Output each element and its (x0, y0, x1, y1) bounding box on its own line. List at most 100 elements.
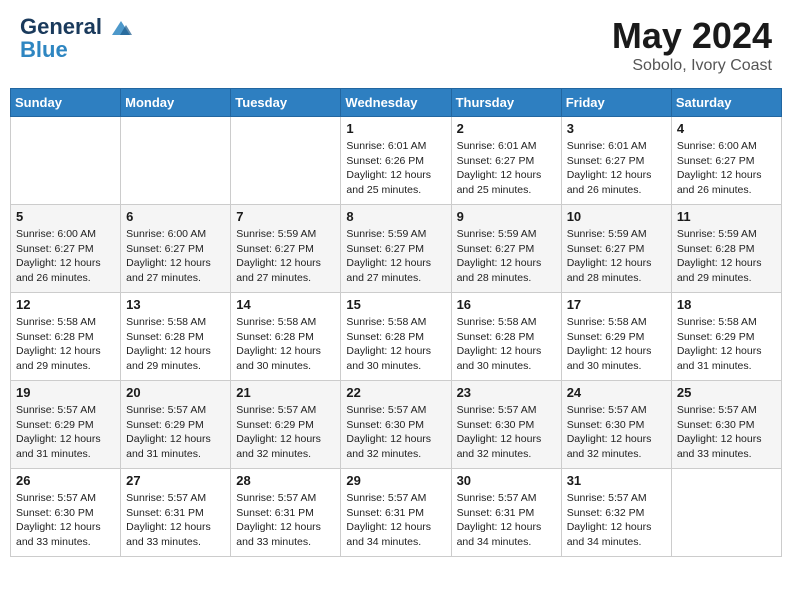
day-info: Sunrise: 5:57 AMSunset: 6:30 PMDaylight:… (457, 403, 556, 462)
day-cell (121, 117, 231, 205)
day-cell: 3 Sunrise: 6:01 AMSunset: 6:27 PMDaylight… (561, 117, 671, 205)
day-cell: 10 Sunrise: 5:59 AMSunset: 6:27 PMDayligh… (561, 205, 671, 293)
day-number: 2 (457, 121, 556, 136)
weekday-sunday: Sunday (11, 89, 121, 117)
day-info: Sunrise: 5:58 AMSunset: 6:28 PMDaylight:… (346, 315, 445, 374)
day-number: 30 (457, 473, 556, 488)
day-cell (231, 117, 341, 205)
day-cell: 9Sunrise: 5:59 AMSunset: 6:27 PMDaylight… (451, 205, 561, 293)
day-number: 17 (567, 297, 666, 312)
weekday-wednesday: Wednesday (341, 89, 451, 117)
day-cell: 8 Sunrise: 5:59 AMSunset: 6:27 PMDaylight… (341, 205, 451, 293)
day-cell: 4Sunrise: 6:00 AMSunset: 6:27 PMDaylight… (671, 117, 781, 205)
week-row-2: 5Sunrise: 6:00 AMSunset: 6:27 PMDaylight… (11, 205, 782, 293)
day-info: Sunrise: 5:57 AMSunset: 6:31 PMDaylight:… (236, 491, 335, 550)
day-cell: 30 Sunrise: 5:57 AMSunset: 6:31 PMDayligh… (451, 469, 561, 557)
day-number: 27 (126, 473, 225, 488)
day-info: Sunrise: 5:59 AMSunset: 6:28 PMDaylight:… (677, 227, 776, 286)
day-cell (671, 469, 781, 557)
title-block: May 2024 Sobolo, Ivory Coast (612, 15, 772, 75)
location: Sobolo, Ivory Coast (612, 57, 772, 75)
day-info: Sunrise: 5:58 AMSunset: 6:28 PMDaylight:… (126, 315, 225, 374)
day-number: 25 (677, 385, 776, 400)
day-info: Sunrise: 5:57 AMSunset: 6:31 PMDaylight:… (457, 491, 556, 550)
weekday-saturday: Saturday (671, 89, 781, 117)
day-number: 3 (567, 121, 666, 136)
day-cell: 14Sunrise: 5:58 AMSunset: 6:28 PMDayligh… (231, 293, 341, 381)
day-info: Sunrise: 5:59 AMSunset: 6:27 PMDaylight:… (567, 227, 666, 286)
day-cell: 6Sunrise: 6:00 AMSunset: 6:27 PMDaylight… (121, 205, 231, 293)
day-info: Sunrise: 5:57 AMSunset: 6:31 PMDaylight:… (346, 491, 445, 550)
day-number: 13 (126, 297, 225, 312)
day-info: Sunrise: 6:00 AMSunset: 6:27 PMDaylight:… (677, 139, 776, 198)
day-number: 23 (457, 385, 556, 400)
day-info: Sunrise: 5:58 AMSunset: 6:28 PMDaylight:… (457, 315, 556, 374)
day-cell: 1Sunrise: 6:01 AMSunset: 6:26 PMDaylight… (341, 117, 451, 205)
day-number: 10 (567, 209, 666, 224)
week-row-3: 12 Sunrise: 5:58 AMSunset: 6:28 PMDayligh… (11, 293, 782, 381)
day-number: 15 (346, 297, 445, 312)
day-info: Sunrise: 6:00 AMSunset: 6:27 PMDaylight:… (126, 227, 225, 286)
day-info: Sunrise: 5:57 AMSunset: 6:30 PMDaylight:… (677, 403, 776, 462)
day-cell: 24 Sunrise: 5:57 AMSunset: 6:30 PMDayligh… (561, 381, 671, 469)
day-number: 11 (677, 209, 776, 224)
day-info: Sunrise: 5:58 AMSunset: 6:28 PMDaylight:… (16, 315, 115, 374)
day-cell: 18 Sunrise: 5:58 AMSunset: 6:29 PMDayligh… (671, 293, 781, 381)
day-number: 31 (567, 473, 666, 488)
week-row-4: 19 Sunrise: 5:57 AMSunset: 6:29 PMDayligh… (11, 381, 782, 469)
day-number: 22 (346, 385, 445, 400)
day-info: Sunrise: 6:01 AMSunset: 6:27 PMDaylight:… (457, 139, 556, 198)
day-number: 28 (236, 473, 335, 488)
day-cell: 12 Sunrise: 5:58 AMSunset: 6:28 PMDayligh… (11, 293, 121, 381)
day-info: Sunrise: 5:57 AMSunset: 6:29 PMDaylight:… (126, 403, 225, 462)
weekday-tuesday: Tuesday (231, 89, 341, 117)
month-year: May 2024 (612, 15, 772, 57)
calendar-table: SundayMondayTuesdayWednesdayThursdayFrid… (10, 88, 782, 557)
day-info: Sunrise: 6:01 AMSunset: 6:27 PMDaylight:… (567, 139, 666, 198)
day-info: Sunrise: 5:57 AMSunset: 6:30 PMDaylight:… (567, 403, 666, 462)
day-cell: 5Sunrise: 6:00 AMSunset: 6:27 PMDaylight… (11, 205, 121, 293)
day-info: Sunrise: 5:57 AMSunset: 6:29 PMDaylight:… (236, 403, 335, 462)
day-cell: 23 Sunrise: 5:57 AMSunset: 6:30 PMDayligh… (451, 381, 561, 469)
day-info: Sunrise: 5:58 AMSunset: 6:29 PMDaylight:… (677, 315, 776, 374)
logo-icon (110, 17, 132, 39)
day-cell (11, 117, 121, 205)
week-row-1: 1Sunrise: 6:01 AMSunset: 6:26 PMDaylight… (11, 117, 782, 205)
day-number: 26 (16, 473, 115, 488)
day-number: 14 (236, 297, 335, 312)
day-info: Sunrise: 5:57 AMSunset: 6:29 PMDaylight:… (16, 403, 115, 462)
day-cell: 22Sunrise: 5:57 AMSunset: 6:30 PMDayligh… (341, 381, 451, 469)
day-info: Sunrise: 5:58 AMSunset: 6:29 PMDaylight:… (567, 315, 666, 374)
weekday-thursday: Thursday (451, 89, 561, 117)
day-info: Sunrise: 5:57 AMSunset: 6:31 PMDaylight:… (126, 491, 225, 550)
day-cell: 28 Sunrise: 5:57 AMSunset: 6:31 PMDayligh… (231, 469, 341, 557)
logo-blue: Blue (20, 39, 132, 61)
page-header: General Blue May 2024 Sobolo, Ivory Coas… (10, 10, 782, 80)
day-cell: 26Sunrise: 5:57 AMSunset: 6:30 PMDayligh… (11, 469, 121, 557)
day-cell: 7Sunrise: 5:59 AMSunset: 6:27 PMDaylight… (231, 205, 341, 293)
day-number: 19 (16, 385, 115, 400)
day-info: Sunrise: 5:59 AMSunset: 6:27 PMDaylight:… (346, 227, 445, 286)
day-cell: 2 Sunrise: 6:01 AMSunset: 6:27 PMDaylight… (451, 117, 561, 205)
day-info: Sunrise: 5:59 AMSunset: 6:27 PMDaylight:… (236, 227, 335, 286)
weekday-friday: Friday (561, 89, 671, 117)
weekday-header-row: SundayMondayTuesdayWednesdayThursdayFrid… (11, 89, 782, 117)
day-cell: 25 Sunrise: 5:57 AMSunset: 6:30 PMDayligh… (671, 381, 781, 469)
day-number: 8 (346, 209, 445, 224)
day-cell: 13 Sunrise: 5:58 AMSunset: 6:28 PMDayligh… (121, 293, 231, 381)
day-number: 24 (567, 385, 666, 400)
day-number: 18 (677, 297, 776, 312)
week-row-5: 26Sunrise: 5:57 AMSunset: 6:30 PMDayligh… (11, 469, 782, 557)
day-cell: 31Sunrise: 5:57 AMSunset: 6:32 PMDayligh… (561, 469, 671, 557)
day-info: Sunrise: 6:00 AMSunset: 6:27 PMDaylight:… (16, 227, 115, 286)
day-cell: 21 Sunrise: 5:57 AMSunset: 6:29 PMDayligh… (231, 381, 341, 469)
day-number: 12 (16, 297, 115, 312)
day-cell: 19 Sunrise: 5:57 AMSunset: 6:29 PMDayligh… (11, 381, 121, 469)
day-number: 21 (236, 385, 335, 400)
day-cell: 17 Sunrise: 5:58 AMSunset: 6:29 PMDayligh… (561, 293, 671, 381)
day-cell: 11 Sunrise: 5:59 AMSunset: 6:28 PMDayligh… (671, 205, 781, 293)
logo-text: General (20, 15, 132, 39)
day-cell: 15 Sunrise: 5:58 AMSunset: 6:28 PMDayligh… (341, 293, 451, 381)
day-number: 29 (346, 473, 445, 488)
day-cell: 16Sunrise: 5:58 AMSunset: 6:28 PMDayligh… (451, 293, 561, 381)
